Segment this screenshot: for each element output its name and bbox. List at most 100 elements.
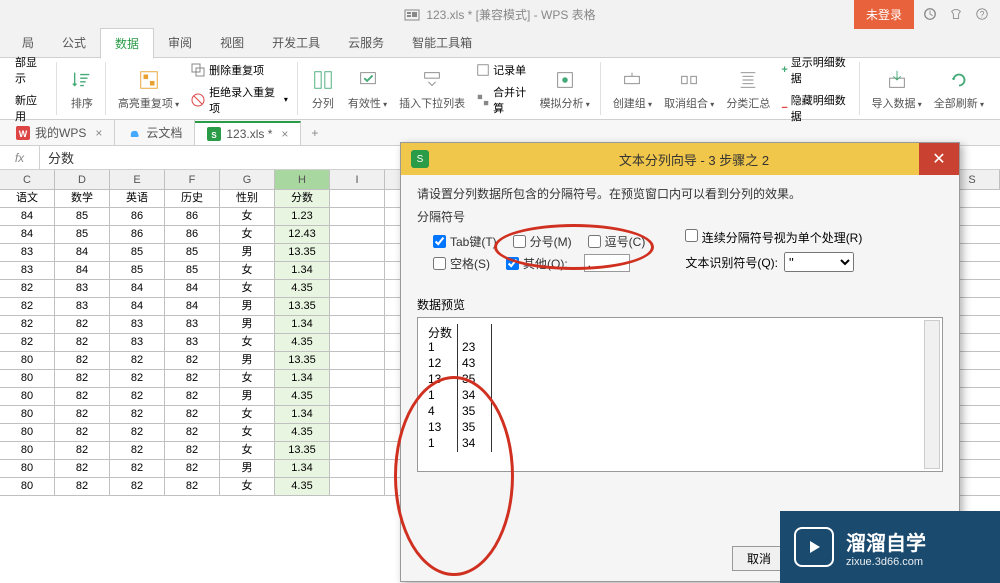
cell[interactable]: 女: [220, 262, 275, 279]
cell[interactable]: 86: [110, 208, 165, 225]
ribbon-reject-dup[interactable]: 拒绝录入重复项▾: [187, 82, 291, 118]
cell[interactable]: 4.35: [275, 478, 330, 495]
cell[interactable]: 84: [110, 298, 165, 315]
skin-icon[interactable]: [948, 6, 964, 22]
file-tab-cloud[interactable]: 云文档: [115, 120, 195, 145]
cell[interactable]: 男: [220, 352, 275, 369]
cell[interactable]: 男: [220, 316, 275, 333]
ribbon-subtotal[interactable]: 分类汇总: [722, 65, 774, 113]
cell[interactable]: 80: [0, 460, 55, 477]
cell[interactable]: 82: [55, 352, 110, 369]
cell[interactable]: 84: [55, 244, 110, 261]
cell[interactable]: 1.23: [275, 208, 330, 225]
ribbon-consolidate[interactable]: 合并计算: [473, 82, 531, 118]
cell[interactable]: 女: [220, 334, 275, 351]
cell[interactable]: 女: [220, 406, 275, 423]
cell[interactable]: [330, 208, 385, 225]
ribbon-show-all[interactable]: 部显示: [12, 52, 50, 88]
semicolon-checkbox[interactable]: 分号(M): [513, 233, 572, 250]
cell[interactable]: 82: [165, 424, 220, 441]
cell[interactable]: 86: [165, 208, 220, 225]
cell[interactable]: 86: [165, 226, 220, 243]
cell[interactable]: 82: [0, 334, 55, 351]
column-header-I[interactable]: I: [330, 170, 385, 189]
menu-tab-formula[interactable]: 公式: [48, 28, 100, 57]
cell[interactable]: 82: [55, 460, 110, 477]
cell[interactable]: 84: [110, 280, 165, 297]
cell[interactable]: 85: [110, 244, 165, 261]
file-tab-123xls[interactable]: S 123.xls * ×: [195, 121, 301, 145]
cell[interactable]: 82: [55, 424, 110, 441]
cell[interactable]: [330, 334, 385, 351]
cell[interactable]: 83: [0, 262, 55, 279]
cell[interactable]: 80: [0, 442, 55, 459]
cell[interactable]: 男: [220, 388, 275, 405]
comma-checkbox[interactable]: 逗号(C): [588, 233, 646, 250]
cell[interactable]: 82: [55, 388, 110, 405]
cell[interactable]: [330, 460, 385, 477]
cell[interactable]: 女: [220, 424, 275, 441]
cell[interactable]: 4.35: [275, 424, 330, 441]
other-delimiter-input[interactable]: [584, 254, 630, 272]
cell[interactable]: [330, 262, 385, 279]
ribbon-simulate[interactable]: 模拟分析: [536, 65, 594, 113]
cell[interactable]: 1.34: [275, 370, 330, 387]
login-button[interactable]: 未登录: [854, 0, 914, 29]
close-icon[interactable]: ×: [281, 127, 288, 141]
ribbon-record[interactable]: 记录单: [473, 60, 531, 80]
cell[interactable]: 男: [220, 298, 275, 315]
cell[interactable]: [330, 370, 385, 387]
cell[interactable]: 13.35: [275, 352, 330, 369]
ribbon-import[interactable]: 导入数据: [868, 65, 926, 113]
cell[interactable]: 82: [165, 370, 220, 387]
menu-tab-smart[interactable]: 智能工具箱: [398, 28, 486, 57]
cell[interactable]: 4.35: [275, 280, 330, 297]
ribbon-cancel-grp[interactable]: 取消组合: [660, 65, 718, 113]
ribbon-refresh[interactable]: 全部刷新: [930, 65, 988, 113]
cell[interactable]: 82: [110, 352, 165, 369]
close-icon[interactable]: ×: [95, 126, 102, 140]
cell[interactable]: 1.34: [275, 460, 330, 477]
cell[interactable]: 85: [165, 262, 220, 279]
cell[interactable]: 82: [165, 406, 220, 423]
cell[interactable]: 82: [110, 442, 165, 459]
cell[interactable]: 语文: [0, 190, 55, 207]
cell[interactable]: 82: [110, 370, 165, 387]
consecutive-checkbox[interactable]: 连续分隔符号视为单个处理(R): [685, 231, 862, 245]
cell[interactable]: 4.35: [275, 388, 330, 405]
cell[interactable]: 82: [0, 298, 55, 315]
cell[interactable]: 85: [55, 226, 110, 243]
cell[interactable]: 80: [0, 478, 55, 495]
text-qualifier-select[interactable]: ": [784, 252, 854, 272]
cancel-button[interactable]: 取消: [732, 546, 786, 571]
cell[interactable]: 82: [55, 370, 110, 387]
cell[interactable]: 82: [165, 388, 220, 405]
cell[interactable]: 女: [220, 280, 275, 297]
cell[interactable]: 83: [55, 298, 110, 315]
cell[interactable]: 13.35: [275, 442, 330, 459]
other-checkbox[interactable]: 其他(O):: [506, 255, 568, 272]
cell[interactable]: 82: [0, 280, 55, 297]
cell[interactable]: [330, 244, 385, 261]
cell[interactable]: 82: [110, 460, 165, 477]
cell[interactable]: [330, 226, 385, 243]
cell[interactable]: 82: [0, 316, 55, 333]
cell[interactable]: 女: [220, 478, 275, 495]
cell[interactable]: 82: [55, 442, 110, 459]
menu-tab-view[interactable]: 视图: [206, 28, 258, 57]
menu-tab-cloud[interactable]: 云服务: [334, 28, 398, 57]
cell[interactable]: 82: [55, 316, 110, 333]
cell[interactable]: 80: [0, 352, 55, 369]
cell[interactable]: 85: [110, 262, 165, 279]
cell[interactable]: [330, 442, 385, 459]
cell[interactable]: 13.35: [275, 298, 330, 315]
cell[interactable]: 1.34: [275, 262, 330, 279]
cell[interactable]: 83: [165, 334, 220, 351]
cell[interactable]: 82: [165, 460, 220, 477]
menu-tab-dev[interactable]: 开发工具: [258, 28, 334, 57]
cell[interactable]: [330, 406, 385, 423]
cell[interactable]: 82: [110, 388, 165, 405]
tab-checkbox[interactable]: Tab键(T): [433, 233, 497, 250]
cell[interactable]: 83: [0, 244, 55, 261]
cell[interactable]: 82: [55, 406, 110, 423]
